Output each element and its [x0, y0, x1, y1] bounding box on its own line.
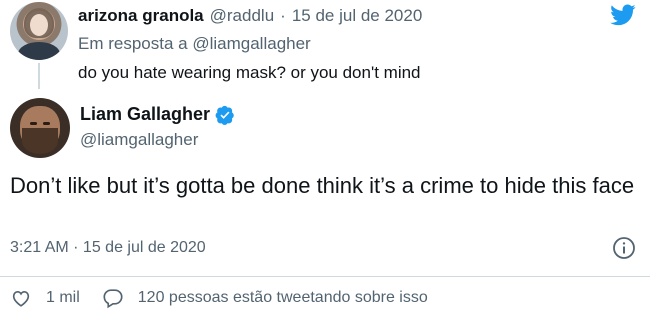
reply-header: arizona granola @raddlu · 15 de jul de 2… [78, 6, 422, 28]
reply-author-avatar[interactable] [10, 2, 68, 60]
replying-to-mention[interactable]: @liamgallagher [192, 34, 310, 53]
embedded-tweet-card: arizona granola @raddlu · 15 de jul de 2… [0, 0, 650, 314]
conversation-button[interactable]: 120 pessoas estão tweetando sobre isso [102, 287, 428, 309]
tweet-actions-bar: 1 mil 120 pessoas estão tweetando sobre … [10, 287, 428, 309]
actions-divider [0, 276, 650, 277]
reply-author-name[interactable]: arizona granola [78, 6, 204, 26]
tweet-author-name-row: Liam Gallagher [80, 104, 235, 125]
tweet-timestamp-link[interactable]: 3:21 AM · 15 de jul de 2020 [10, 239, 206, 257]
info-icon[interactable] [612, 236, 636, 260]
tweet-text: Don’t like but it’s gotta be done think … [10, 173, 635, 198]
replying-to-line: Em resposta a @liamgallagher [78, 34, 311, 54]
like-count: 1 mil [46, 289, 80, 306]
separator-dot: · [280, 6, 286, 25]
heart-icon [12, 291, 30, 307]
tweet-author-avatar[interactable] [10, 98, 70, 158]
verified-badge-icon [215, 105, 234, 125]
reply-author-handle[interactable]: @raddlu [210, 6, 275, 26]
tweet-author-handle[interactable]: @liamgallagher [80, 130, 198, 150]
conversation-label: 120 pessoas estão tweetando sobre isso [137, 289, 428, 306]
tweet-author-name[interactable]: Liam Gallagher [80, 104, 210, 125]
like-button[interactable]: 1 mil [10, 287, 80, 309]
twitter-bird-icon[interactable] [608, 2, 638, 28]
thread-connector-line [38, 63, 40, 89]
speech-bubble-icon [103, 289, 123, 309]
reply-date-link[interactable]: 15 de jul de 2020 [292, 6, 422, 26]
replying-to-label: Em resposta a [78, 34, 188, 53]
reply-text: do you hate wearing mask? or you don't m… [78, 63, 421, 82]
